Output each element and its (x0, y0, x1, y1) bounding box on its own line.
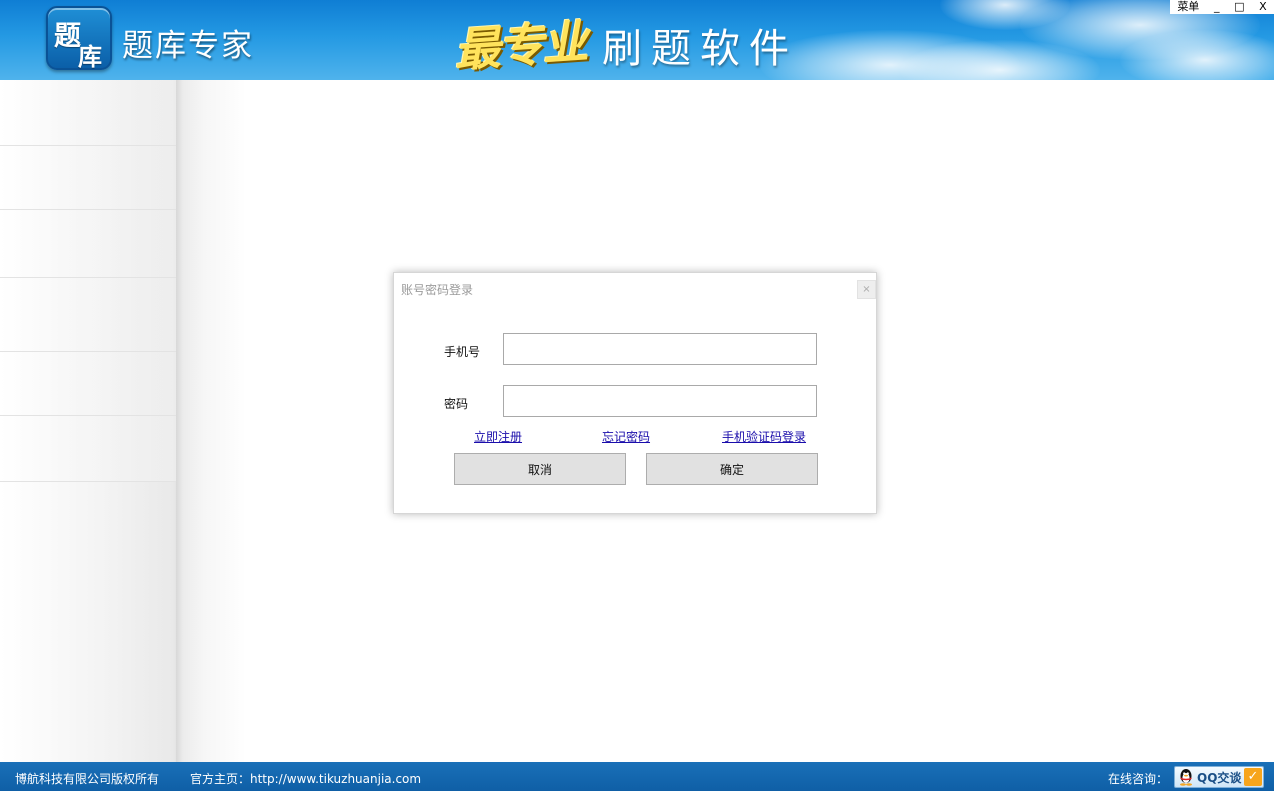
sidebar-item[interactable] (0, 352, 182, 416)
logo-char-ku: 库 (78, 43, 102, 71)
login-dialog: 账号密码登录 × 手机号 密码 立即注册 忘记密码 手机验证码登录 取消 确定 (393, 272, 877, 514)
check-icon: ✓ (1244, 768, 1262, 786)
forgot-password-link[interactable]: 忘记密码 (602, 428, 650, 445)
sidebar (0, 80, 182, 762)
maximize-button[interactable]: □ (1234, 0, 1244, 14)
window-controls: 菜单 _ □ X (1170, 0, 1274, 14)
password-label: 密码 (444, 397, 469, 411)
qq-chat-label: QQ交谈 (1197, 770, 1242, 785)
sidebar-item[interactable] (0, 210, 182, 278)
password-input[interactable] (503, 385, 817, 417)
app-logo: 题 库 (46, 6, 112, 71)
slogan-text: 刷题软件 (602, 26, 798, 72)
dialog-title: 账号密码登录 (401, 283, 474, 297)
menu-button[interactable]: 菜单 (1177, 0, 1199, 14)
status-footer: 博航科技有限公司版权所有 官方主页：http://www.tikuzhuanji… (0, 762, 1274, 791)
minimize-button[interactable]: _ (1214, 0, 1220, 14)
logo-char-ti: 题 (54, 21, 81, 52)
app-header: 题 库 题库专家 最专业 刷题软件 菜单 _ □ X (0, 0, 1274, 80)
copyright-text: 博航科技有限公司版权所有 (15, 772, 160, 786)
online-consult-label: 在线咨询： (1108, 772, 1169, 786)
register-link[interactable]: 立即注册 (474, 428, 522, 445)
sidebar-item[interactable] (0, 80, 182, 146)
app-name: 题库专家 (122, 28, 254, 64)
qq-chat-button[interactable]: QQ交谈 ✓ (1174, 766, 1264, 788)
sidebar-item[interactable] (0, 146, 182, 210)
dialog-close-icon[interactable]: × (857, 280, 876, 299)
slogan-handwritten: 最专业 (452, 14, 588, 78)
homepage-text[interactable]: 官方主页：http://www.tikuzhuanjia.com (190, 770, 421, 787)
phone-input[interactable] (503, 333, 817, 365)
sidebar-item[interactable] (0, 278, 182, 352)
sidebar-shadow (176, 80, 246, 762)
sidebar-item[interactable] (0, 416, 182, 482)
confirm-button[interactable]: 确定 (646, 453, 818, 485)
cancel-button[interactable]: 取消 (454, 453, 626, 485)
close-window-button[interactable]: X (1259, 0, 1267, 14)
qq-penguin-icon (1178, 768, 1194, 786)
phone-label: 手机号 (444, 345, 481, 359)
sms-login-link[interactable]: 手机验证码登录 (722, 428, 806, 445)
